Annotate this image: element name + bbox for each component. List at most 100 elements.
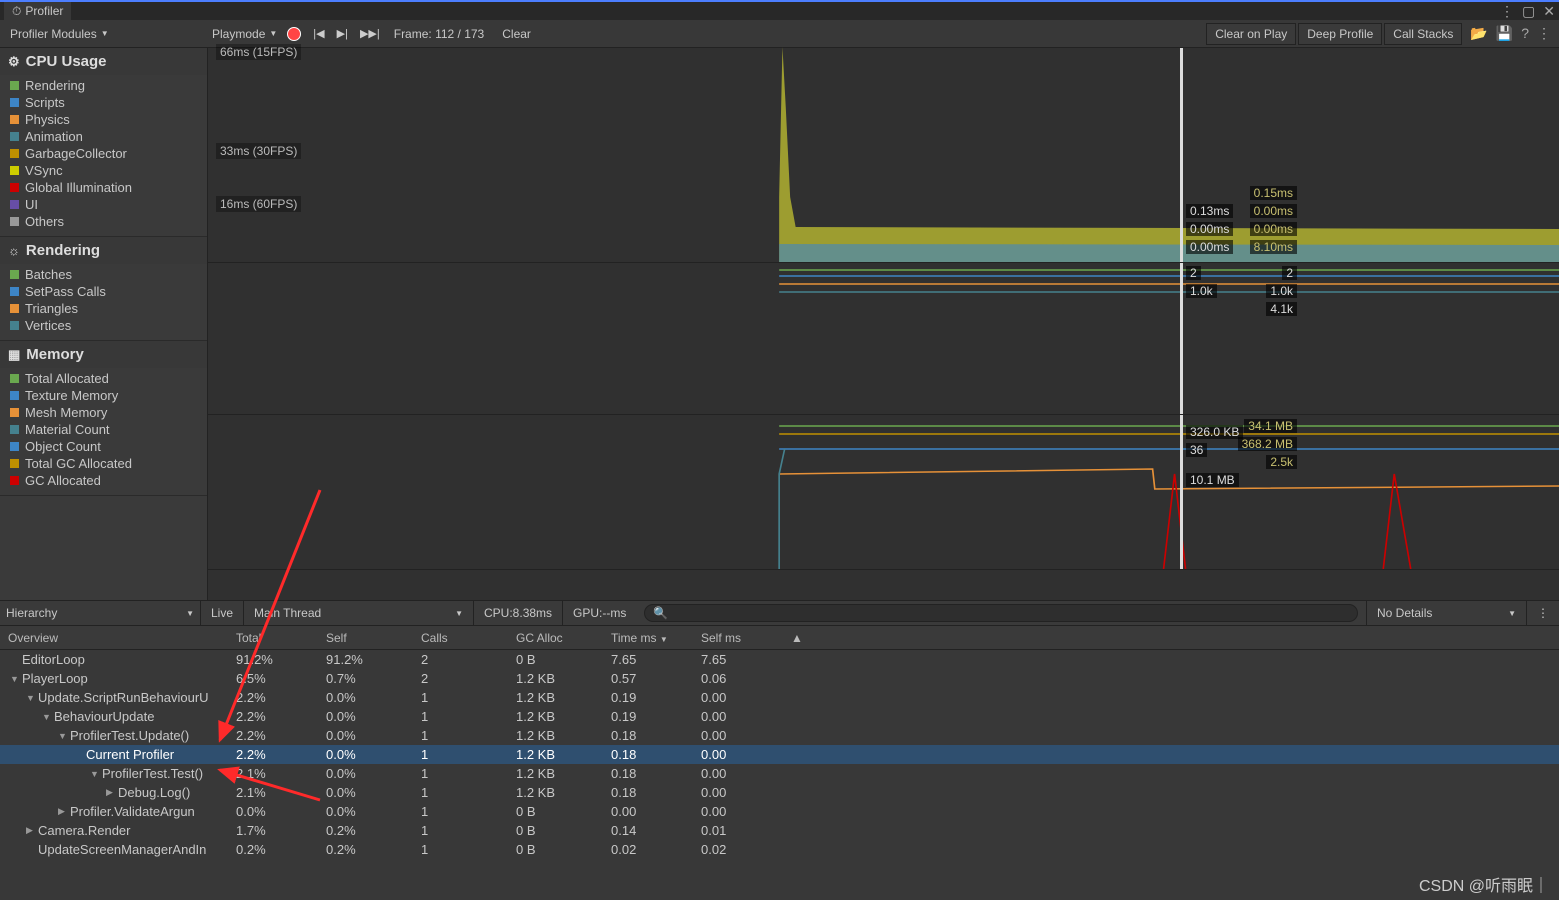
first-frame-button[interactable]: |◀ bbox=[307, 25, 330, 42]
table-row[interactable]: ▶Debug.Log()2.1%0.0%11.2 KB0.180.00 bbox=[0, 783, 1559, 802]
help-icon[interactable]: ? bbox=[1521, 25, 1529, 42]
expand-icon[interactable]: ▼ bbox=[58, 731, 68, 741]
table-row[interactable]: ▼BehaviourUpdate2.2%0.0%11.2 KB0.190.00 bbox=[0, 707, 1559, 726]
table-row[interactable]: ▼ProfilerTest.Test()2.1%0.0%11.2 KB0.180… bbox=[0, 764, 1559, 783]
cell-gc: 1.2 KB bbox=[510, 690, 605, 705]
col-gc[interactable]: GC Alloc bbox=[510, 631, 605, 645]
table-row[interactable]: ▼ProfilerTest.Update()2.2%0.0%11.2 KB0.1… bbox=[0, 726, 1559, 745]
expand-icon[interactable]: ▼ bbox=[26, 693, 36, 703]
call-stacks-button[interactable]: Call Stacks bbox=[1384, 23, 1462, 45]
chevron-down-icon: ▼ bbox=[269, 29, 277, 38]
live-toggle[interactable]: Live bbox=[200, 601, 243, 625]
frame-label: Frame: 112 / 173 bbox=[394, 27, 485, 41]
color-swatch bbox=[10, 476, 19, 485]
module-item[interactable]: GarbageCollector≡ bbox=[0, 145, 207, 162]
module-item[interactable]: SetPass Calls≡ bbox=[0, 283, 207, 300]
table-row[interactable]: ▶Profiler.ValidateArgun0.0%0.0%10 B0.000… bbox=[0, 802, 1559, 821]
profiler-icon: ⏱ bbox=[12, 4, 21, 19]
module-item[interactable]: Rendering≡ bbox=[0, 77, 207, 94]
cpu-module[interactable]: ⚙CPU Usage Rendering≡Scripts≡Physics≡Ani… bbox=[0, 48, 207, 237]
expand-icon[interactable]: ▼ bbox=[10, 674, 20, 684]
profiler-tab[interactable]: ⏱ Profiler bbox=[4, 2, 71, 21]
module-item[interactable]: Batches≡ bbox=[0, 266, 207, 283]
color-swatch bbox=[10, 459, 19, 468]
module-item[interactable]: VSync≡ bbox=[0, 162, 207, 179]
module-item[interactable]: Material Count≡ bbox=[0, 421, 207, 438]
module-item[interactable]: Physics≡ bbox=[0, 111, 207, 128]
chip-icon: ▦ bbox=[8, 347, 20, 363]
hierarchy-dropdown[interactable]: Hierarchy▼ bbox=[0, 606, 200, 620]
col-time[interactable]: Time ms ▼ bbox=[605, 631, 695, 645]
module-item[interactable]: Total GC Allocated≡ bbox=[0, 455, 207, 472]
expand-icon[interactable]: ▶ bbox=[106, 787, 116, 798]
chevron-down-icon: ▼ bbox=[186, 609, 194, 618]
color-swatch bbox=[10, 442, 19, 451]
module-item[interactable]: Vertices≡ bbox=[0, 317, 207, 334]
col-calls[interactable]: Calls bbox=[415, 631, 510, 645]
col-total[interactable]: Total bbox=[230, 631, 320, 645]
sort-indicator[interactable]: ▲ bbox=[785, 631, 805, 645]
load-icon[interactable]: 📂 bbox=[1470, 25, 1487, 42]
table-row[interactable]: EditorLoop91.2%91.2%20 B7.657.65 bbox=[0, 650, 1559, 669]
table-row[interactable]: ▼PlayerLoop6.5%0.7%21.2 KB0.570.06 bbox=[0, 669, 1559, 688]
expand-icon[interactable]: ▶ bbox=[58, 806, 68, 817]
deep-profile-button[interactable]: Deep Profile bbox=[1298, 23, 1382, 45]
module-item-label: GC Allocated bbox=[25, 473, 101, 488]
color-swatch bbox=[10, 166, 19, 175]
row-name: Profiler.ValidateArgun bbox=[70, 804, 195, 819]
menu-icon[interactable]: ⋮ bbox=[1537, 25, 1551, 42]
expand-icon[interactable]: ▼ bbox=[90, 769, 100, 779]
cell-gc: 1.2 KB bbox=[510, 671, 605, 686]
col-self[interactable]: Self bbox=[320, 631, 415, 645]
timeline-marker[interactable] bbox=[1180, 415, 1183, 569]
module-item[interactable]: Others≡ bbox=[0, 213, 207, 230]
playmode-dropdown[interactable]: Playmode ▼ bbox=[208, 25, 281, 43]
module-item[interactable]: Animation≡ bbox=[0, 128, 207, 145]
timeline-marker[interactable] bbox=[1180, 48, 1183, 262]
clear-on-play-button[interactable]: Clear on Play bbox=[1206, 23, 1296, 45]
clear-button[interactable]: Clear bbox=[494, 24, 539, 44]
table-row[interactable]: UpdateScreenManagerAndIn0.2%0.2%10 B0.02… bbox=[0, 840, 1559, 859]
module-item[interactable]: Triangles≡ bbox=[0, 300, 207, 317]
table-row[interactable]: ▼Update.ScriptRunBehaviourU2.2%0.0%11.2 … bbox=[0, 688, 1559, 707]
cell-time: 0.18 bbox=[605, 747, 695, 762]
module-item[interactable]: Scripts≡ bbox=[0, 94, 207, 111]
timeline-marker[interactable] bbox=[1180, 263, 1183, 414]
table-row[interactable]: ▶PreUpdate.SendMouseEvent0.2%0.0%10 B0.0… bbox=[0, 859, 1559, 860]
memory-chart[interactable]: 34.1 MB 368.2 MB 2.5k 326.0 KB 36 10.1 M… bbox=[208, 415, 1559, 570]
close-icon[interactable]: ✕ bbox=[1543, 3, 1555, 20]
module-item[interactable]: Mesh Memory≡ bbox=[0, 404, 207, 421]
expand-icon[interactable]: ▼ bbox=[42, 712, 52, 722]
col-overview[interactable]: Overview bbox=[0, 631, 230, 645]
details-dropdown[interactable]: No Details▼ bbox=[1366, 601, 1526, 625]
prev-frame-button[interactable]: ▶| bbox=[331, 25, 354, 42]
chart-area[interactable]: 66ms (15FPS) 33ms (30FPS) 16ms (60FPS) 0… bbox=[208, 48, 1559, 600]
memory-module[interactable]: ▦Memory Total Allocated≡Texture Memory≡M… bbox=[0, 341, 207, 496]
col-selfms[interactable]: Self ms bbox=[695, 631, 785, 645]
search-input[interactable]: 🔍 bbox=[644, 604, 1358, 622]
module-item-label: Vertices bbox=[25, 318, 71, 333]
module-item[interactable]: UI≡ bbox=[0, 196, 207, 213]
expand-icon[interactable]: ▶ bbox=[26, 825, 36, 836]
save-icon[interactable]: 💾 bbox=[1496, 25, 1513, 42]
module-item[interactable]: GC Allocated≡ bbox=[0, 472, 207, 489]
table-row[interactable]: Current Profiler2.2%0.0%11.2 KB0.180.00 bbox=[0, 745, 1559, 764]
table-row[interactable]: ▶Camera.Render1.7%0.2%10 B0.140.01 bbox=[0, 821, 1559, 840]
kebab-icon[interactable]: ⋮ bbox=[1526, 601, 1559, 625]
module-item[interactable]: Total Allocated≡ bbox=[0, 370, 207, 387]
rendering-module[interactable]: ☼Rendering Batches≡SetPass Calls≡Triangl… bbox=[0, 237, 207, 341]
cpu-chart[interactable]: 66ms (15FPS) 33ms (30FPS) 16ms (60FPS) 0… bbox=[208, 48, 1559, 263]
thread-dropdown[interactable]: Main Thread▼ bbox=[243, 601, 473, 625]
next-frame-button[interactable]: ▶▶| bbox=[354, 25, 386, 42]
profiler-modules-dropdown[interactable]: Profiler Modules ▼ bbox=[6, 25, 113, 43]
maximize-icon[interactable]: ▢ bbox=[1522, 3, 1535, 20]
color-swatch bbox=[10, 287, 19, 296]
record-button[interactable] bbox=[287, 27, 301, 41]
module-item[interactable]: Global Illumination≡ bbox=[0, 179, 207, 196]
rendering-chart[interactable]: 2 2 1.0k 1.0k 4.1k bbox=[208, 263, 1559, 415]
watermark: CSDN @听雨眠｜ bbox=[1419, 872, 1549, 896]
cell-time: 0.18 bbox=[605, 728, 695, 743]
module-item[interactable]: Texture Memory≡ bbox=[0, 387, 207, 404]
module-item[interactable]: Object Count≡ bbox=[0, 438, 207, 455]
kebab-icon[interactable]: ⋮ bbox=[1500, 3, 1514, 20]
